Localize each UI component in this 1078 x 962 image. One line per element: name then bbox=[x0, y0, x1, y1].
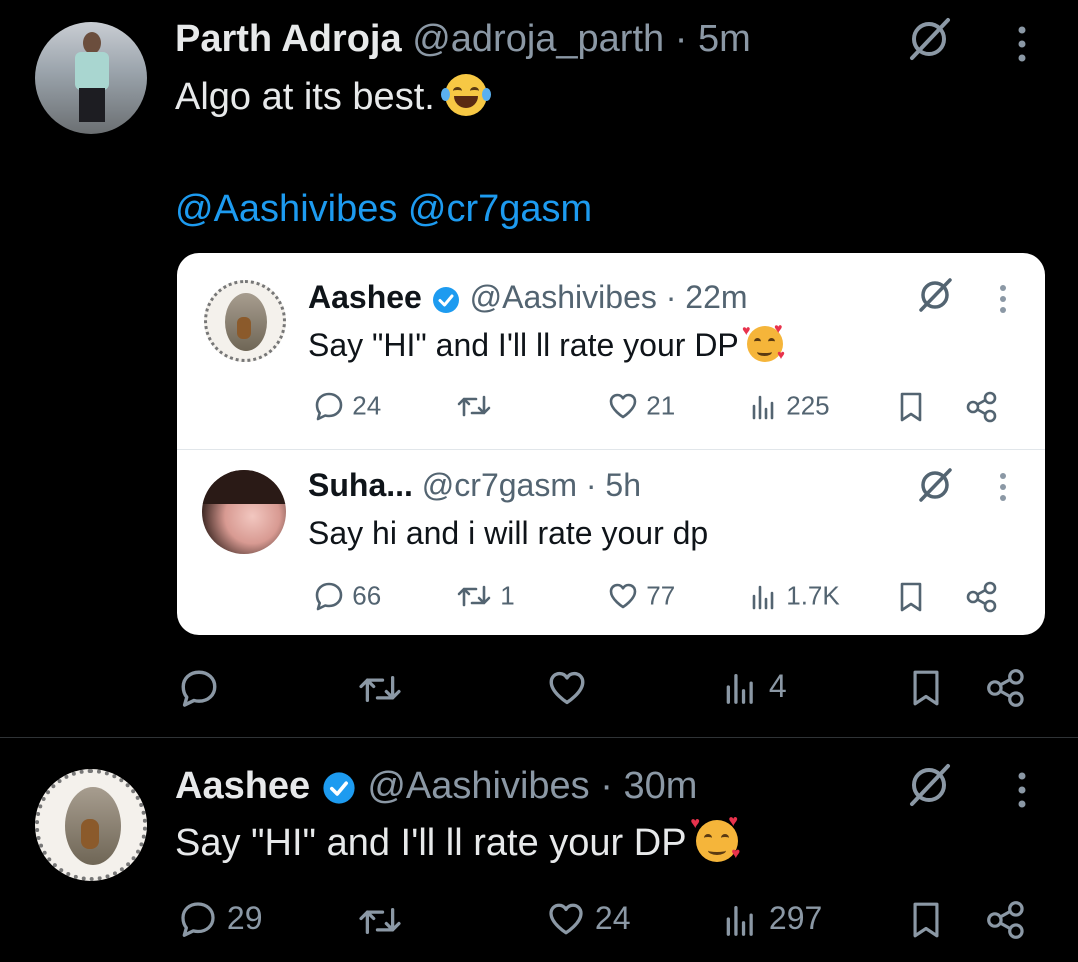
smiling-hearts-emoji: ♥ ♥ ♥ bbox=[690, 812, 741, 862]
separator-dot: · bbox=[600, 765, 613, 807]
reply-button[interactable]: 29 bbox=[178, 898, 262, 939]
timestamp[interactable]: 30m bbox=[623, 765, 697, 807]
author-handle[interactable]: @Aashivibes bbox=[470, 279, 657, 315]
bookmark-icon[interactable] bbox=[897, 581, 925, 613]
retweet-button[interactable]: 1 bbox=[455, 579, 515, 612]
grok-icon[interactable] bbox=[915, 465, 955, 505]
reply-icon bbox=[181, 901, 215, 937]
more-icon[interactable] bbox=[1015, 770, 1029, 810]
like-icon bbox=[609, 583, 637, 609]
avatar[interactable] bbox=[35, 769, 147, 881]
reply-count: 24 bbox=[352, 390, 382, 421]
like-count: 21 bbox=[646, 390, 676, 421]
separator-dot: · bbox=[585, 467, 597, 503]
views-icon bbox=[726, 673, 753, 704]
reply-icon[interactable] bbox=[178, 667, 220, 709]
like-icon[interactable] bbox=[546, 667, 588, 709]
tweet-divider bbox=[0, 737, 1078, 738]
share-icon[interactable] bbox=[985, 668, 1027, 708]
views-count: 4 bbox=[768, 668, 787, 705]
like-button[interactable]: 77 bbox=[607, 579, 675, 612]
retweet-count: 1 bbox=[500, 580, 515, 611]
author-name[interactable]: Aashee bbox=[308, 279, 422, 315]
tweet-text: Algo at its best. bbox=[175, 76, 435, 118]
mentions[interactable]: @Aashivibes @cr7gasm bbox=[175, 186, 592, 232]
separator-dot: · bbox=[674, 18, 688, 60]
more-icon[interactable] bbox=[1015, 24, 1029, 64]
reply-count: 66 bbox=[352, 580, 382, 611]
like-icon bbox=[609, 393, 637, 419]
author-handle[interactable]: @adroja_parth bbox=[412, 18, 664, 60]
views-button[interactable]: 297 bbox=[722, 898, 822, 938]
reply-icon bbox=[315, 392, 343, 421]
like-icon bbox=[549, 903, 583, 934]
smiling-hearts-emoji: ♥ ♥ ♥ bbox=[742, 319, 785, 362]
grok-icon[interactable] bbox=[915, 275, 955, 315]
verified-icon bbox=[432, 286, 459, 313]
avatar[interactable] bbox=[202, 470, 286, 554]
reply-count: 29 bbox=[226, 900, 263, 937]
quote-text: Say "HI" and I'll ll rate your DP bbox=[308, 327, 739, 363]
verified-icon bbox=[323, 772, 355, 804]
views-count: 225 bbox=[786, 390, 830, 421]
more-icon[interactable] bbox=[998, 283, 1008, 315]
author-name[interactable]: Aashee bbox=[175, 765, 310, 807]
grok-icon[interactable] bbox=[904, 14, 954, 64]
retweet-icon[interactable] bbox=[356, 670, 404, 708]
reply-icon bbox=[315, 582, 343, 611]
views-count: 1.7K bbox=[786, 580, 840, 611]
views-count: 297 bbox=[768, 900, 823, 937]
author-name[interactable]: Parth Adroja bbox=[175, 18, 402, 60]
author-name[interactable]: Suha... bbox=[308, 467, 413, 503]
retweet-icon[interactable] bbox=[356, 902, 404, 940]
author-handle[interactable]: @Aashivibes bbox=[367, 765, 589, 807]
views-button[interactable]: 1.7K bbox=[749, 579, 840, 612]
views-icon bbox=[752, 395, 774, 420]
avatar[interactable] bbox=[35, 22, 147, 134]
divider bbox=[177, 449, 1045, 450]
reply-button[interactable]: 24 bbox=[313, 389, 381, 422]
like-count: 77 bbox=[646, 580, 676, 611]
like-button[interactable]: 24 bbox=[546, 898, 630, 939]
views-icon bbox=[752, 585, 774, 610]
laughing-emoji bbox=[441, 73, 492, 116]
retweet-icon bbox=[457, 395, 491, 417]
views-button[interactable]: 4 bbox=[722, 666, 787, 706]
views-button[interactable]: 225 bbox=[749, 389, 830, 422]
author-handle[interactable]: @cr7gasm bbox=[422, 467, 577, 503]
quote-container: Aashee @Aashivibes · 22m Say "HI" and I'… bbox=[177, 253, 1045, 635]
retweet-button[interactable] bbox=[455, 391, 493, 421]
views-icon bbox=[726, 905, 753, 936]
like-button[interactable]: 21 bbox=[607, 389, 675, 422]
like-count: 24 bbox=[594, 900, 631, 937]
avatar[interactable] bbox=[204, 280, 286, 362]
reply-button[interactable]: 66 bbox=[313, 579, 381, 612]
share-icon[interactable] bbox=[985, 900, 1027, 940]
bookmark-icon[interactable] bbox=[897, 391, 925, 423]
timestamp[interactable]: 5h bbox=[605, 467, 641, 503]
more-icon[interactable] bbox=[998, 471, 1008, 503]
timestamp[interactable]: 5m bbox=[698, 18, 751, 60]
quote-text: Say hi and i will rate your dp bbox=[308, 515, 709, 551]
bookmark-icon[interactable] bbox=[909, 900, 943, 940]
bookmark-icon[interactable] bbox=[909, 668, 943, 708]
grok-icon[interactable] bbox=[904, 760, 954, 810]
retweet-icon bbox=[457, 585, 491, 607]
share-icon[interactable] bbox=[965, 391, 999, 423]
share-icon[interactable] bbox=[965, 581, 999, 613]
timestamp[interactable]: 22m bbox=[685, 279, 747, 315]
separator-dot: · bbox=[665, 279, 677, 315]
tweet-text: Say "HI" and I'll ll rate your DP bbox=[175, 822, 686, 864]
